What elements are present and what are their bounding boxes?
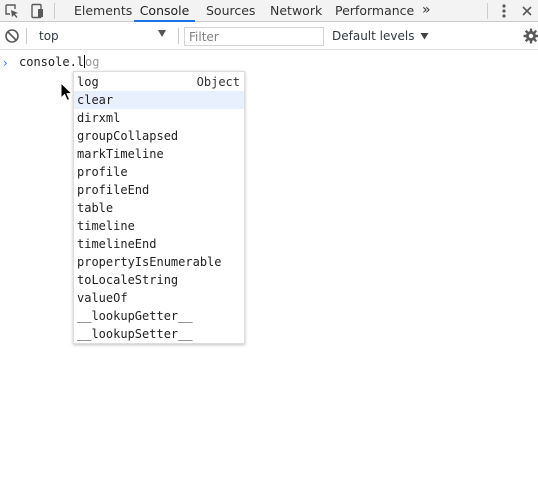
autocomplete-item[interactable]: timeline [74,217,244,235]
tab-network[interactable]: Network [270,0,322,22]
context-select[interactable]: top [33,26,176,46]
console-typed-text: console.l [19,55,85,69]
autocomplete-item[interactable]: toLocaleString [74,271,244,289]
chevron-down-icon [158,30,166,37]
autocomplete-item[interactable]: __lookupGetter__ [74,307,244,325]
autocomplete-item-label: __lookupGetter__ [77,309,193,323]
mouse-pointer-icon [60,82,74,102]
console-filter-toolbar: top Default levels [0,23,538,50]
autocomplete-item[interactable]: table [74,199,244,217]
console-input[interactable]: console.log [19,55,99,69]
autocomplete-item-label: valueOf [77,291,128,305]
close-icon[interactable] [518,2,536,20]
autocomplete-item-label: table [77,201,114,215]
autocomplete-type-hint: Object [196,75,240,89]
autocomplete-item[interactable]: __lookupSetter__ [74,325,244,343]
device-toolbar-icon[interactable] [28,2,46,20]
autocomplete-item-label: log [77,75,99,89]
inspect-element-icon[interactable] [3,2,21,20]
autocomplete-item[interactable]: groupCollapsed [74,127,244,145]
more-tabs-chevron-icon[interactable]: » [422,0,431,22]
autocomplete-item-label: profileEnd [77,183,150,197]
autocomplete-item-label: timeline [77,219,135,233]
autocomplete-item[interactable]: log Object [74,73,244,91]
autocomplete-item-label: dirxml [77,111,121,125]
console-prompt-icon: › [3,56,8,70]
more-menu-icon[interactable] [495,2,513,20]
autocomplete-item-label: propertyIsEnumerable [77,255,222,269]
autocomplete-item[interactable]: markTimeline [74,145,244,163]
autocomplete-item[interactable]: profileEnd [74,181,244,199]
autocomplete-item[interactable]: dirxml [74,109,244,127]
log-levels-label: Default levels [332,29,415,43]
settings-gear-icon[interactable] [522,27,538,45]
autocomplete-item-label: profile [77,165,128,179]
toolbar-divider [54,3,55,19]
autocomplete-item[interactable]: propertyIsEnumerable [74,253,244,271]
clear-console-icon[interactable] [3,27,21,45]
autocomplete-item-label: __lookupSetter__ [77,327,193,341]
autocomplete-item-label: clear [77,93,114,107]
tab-elements[interactable]: Elements [74,0,132,22]
autocomplete-item-label: toLocaleString [77,273,179,287]
tab-console[interactable]: Console [134,0,195,22]
context-select-value: top [39,29,59,43]
filter-input[interactable] [184,27,324,46]
chevron-down-icon [420,33,429,40]
log-levels-dropdown[interactable]: Default levels [332,26,429,46]
autocomplete-dropdown: log Object clear dirxml groupCollapsed markTi… [73,71,245,344]
toolbar-divider [487,3,488,19]
autocomplete-item-label: markTimeline [77,147,164,161]
autocomplete-item[interactable]: valueOf [74,289,244,307]
autocomplete-item[interactable]: clear [74,91,244,109]
console-ghost-completion: og [85,55,100,69]
devtools-tab-bar: Elements Console Sources Network Perform… [0,0,538,22]
autocomplete-item[interactable]: profile [74,163,244,181]
autocomplete-item[interactable]: timelineEnd [74,235,244,253]
toolbar-divider [178,28,179,44]
toolbar-divider [26,28,27,44]
autocomplete-item-label: timelineEnd [77,237,157,251]
tab-sources[interactable]: Sources [206,0,255,22]
autocomplete-item-label: groupCollapsed [77,129,179,143]
tab-performance[interactable]: Performance [335,0,414,22]
